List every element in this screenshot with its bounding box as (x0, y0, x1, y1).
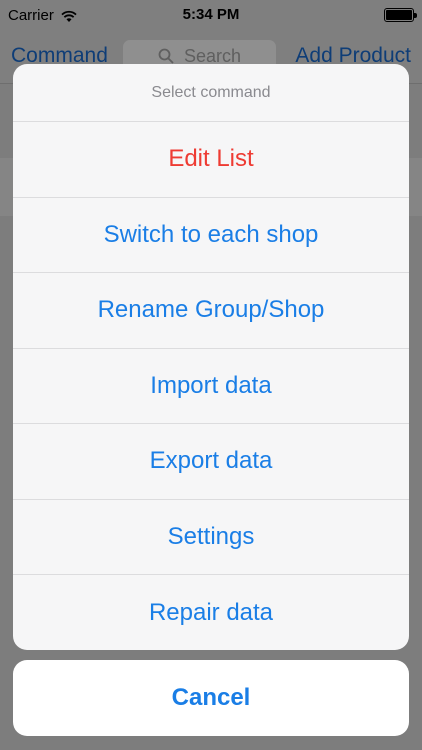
status-bar: Carrier 5:34 PM (0, 0, 422, 32)
import-data-button[interactable]: Import data (13, 349, 409, 424)
action-sheet: Select command Edit List Switch to each … (13, 64, 409, 650)
screen: Carrier 5:34 PM Command Search Add Produ… (0, 0, 422, 750)
action-sheet-title: Select command (13, 64, 409, 122)
rename-group-shop-button[interactable]: Rename Group/Shop (13, 273, 409, 349)
settings-button[interactable]: Settings (13, 500, 409, 575)
cancel-button[interactable]: Cancel (13, 660, 409, 736)
search-icon (158, 48, 174, 64)
switch-to-each-shop-button[interactable]: Switch to each shop (13, 198, 409, 273)
status-time: 5:34 PM (182, 6, 240, 23)
edit-list-button[interactable]: Edit List (13, 122, 409, 198)
export-data-button[interactable]: Export data (13, 424, 409, 500)
battery-icon (384, 8, 417, 22)
repair-data-button[interactable]: Repair data (13, 575, 409, 650)
